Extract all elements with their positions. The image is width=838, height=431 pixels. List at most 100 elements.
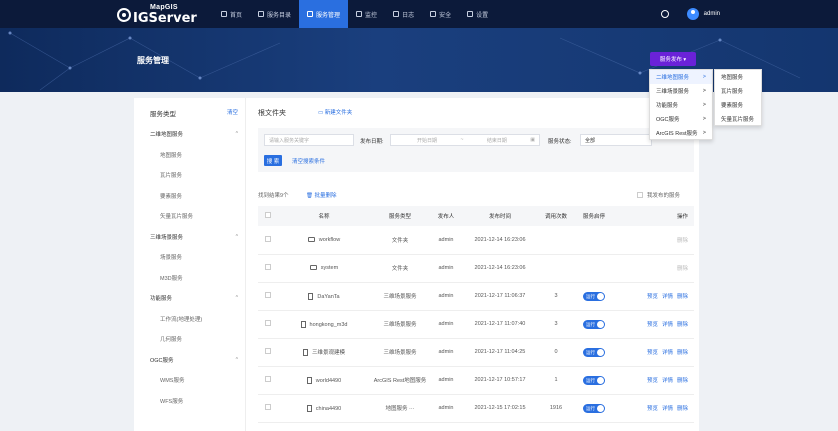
chevron-up-icon[interactable]: ^ bbox=[236, 131, 238, 137]
status-select[interactable]: 全部 bbox=[580, 134, 652, 146]
clear-filters-link[interactable]: 清空搜索条件 bbox=[292, 157, 325, 165]
nav-items: 首页 服务目录 服务管理 监控 日志 安全 设置 bbox=[213, 0, 496, 28]
row-checkbox[interactable] bbox=[265, 264, 271, 270]
op-0-link[interactable]: 预览 bbox=[647, 322, 658, 328]
avatar[interactable] bbox=[686, 8, 699, 20]
row-checkbox[interactable] bbox=[265, 320, 271, 326]
nav-item-4[interactable]: 日志 bbox=[385, 0, 422, 28]
op-1-link[interactable]: 详情 bbox=[662, 378, 673, 384]
sidebar-item[interactable]: 工作流(地理处理) bbox=[134, 309, 246, 329]
op-2-link[interactable]: 删除 bbox=[677, 406, 688, 412]
row-name[interactable]: system bbox=[278, 254, 370, 283]
op-2-link[interactable]: 删除 bbox=[677, 378, 688, 384]
sidebar-clear-link[interactable]: 清空 bbox=[227, 108, 238, 118]
op-0-link[interactable]: 预览 bbox=[647, 350, 658, 356]
new-folder-button[interactable]: ▭ 新建文件夹 bbox=[318, 108, 352, 116]
publish-submenu-item[interactable]: 地图服务 bbox=[715, 70, 761, 84]
sidebar-item[interactable]: 要素服务 bbox=[134, 186, 246, 206]
date-range-input[interactable]: 开始日期 ~ 结束日期 ▣ bbox=[390, 134, 540, 146]
sidebar-item[interactable]: 场景服务 bbox=[134, 247, 246, 267]
row-name: 三维景观建模 bbox=[278, 338, 370, 367]
my-published-checkbox[interactable] bbox=[637, 192, 643, 198]
op-1-link[interactable]: 详情 bbox=[662, 294, 673, 300]
search-button[interactable]: 搜 索 bbox=[264, 155, 282, 166]
nav-item-0[interactable]: 首页 bbox=[213, 0, 250, 28]
sidebar-item[interactable]: 几何服务 bbox=[134, 329, 246, 349]
col-ops: 操作 bbox=[614, 206, 694, 226]
publish-menu-item[interactable]: 功能服务 > bbox=[650, 98, 712, 112]
sidebar-label: 地图服务 bbox=[160, 152, 183, 159]
op-2-link[interactable]: 删除 bbox=[677, 294, 688, 300]
table-row[interactable]: DaYanTa 三维场景服务 admin 2021-12-17 11:06:37 3 运行… bbox=[258, 282, 694, 311]
row-checkbox[interactable] bbox=[265, 404, 271, 410]
publish-menu-item[interactable]: ArcGIS Rest服务 > bbox=[650, 126, 712, 140]
row-checkbox[interactable] bbox=[265, 292, 271, 298]
nav-item-2[interactable]: 服务管理 bbox=[299, 0, 349, 28]
gear-icon[interactable] bbox=[660, 10, 669, 18]
sidebar-group[interactable]: 三维场景服务 ^ bbox=[134, 227, 246, 247]
sidebar-item[interactable]: M3D服务 bbox=[134, 268, 246, 288]
op-2-link[interactable]: 删除 bbox=[677, 350, 688, 356]
op-0-link[interactable]: 预览 bbox=[647, 406, 658, 412]
op-0-link[interactable]: 预览 bbox=[647, 294, 658, 300]
publish-submenu-item[interactable]: 要素服务 bbox=[715, 98, 761, 112]
publish-service-button[interactable]: 服务发布 ▾ bbox=[650, 52, 696, 66]
service-toggle[interactable]: 运行 bbox=[583, 403, 605, 413]
publish-menu-item[interactable]: OGC服务 > bbox=[650, 112, 712, 126]
row-type: 地图服务 ··· bbox=[370, 394, 430, 423]
row-ops: 预览 详情 删除 bbox=[614, 366, 694, 395]
logo[interactable]: MapGIS IGServer bbox=[117, 3, 197, 26]
table-row[interactable]: china4490 地图服务 ··· admin 2021-12-15 17:02:1… bbox=[258, 394, 694, 423]
col-calls: 调用次数 bbox=[538, 206, 574, 226]
sidebar-item[interactable]: 瓦片服务 bbox=[134, 165, 246, 185]
nav-item-3[interactable]: 监控 bbox=[348, 0, 385, 28]
nav-item-6[interactable]: 设置 bbox=[459, 0, 496, 28]
start-date-placeholder: 开始日期 bbox=[417, 137, 438, 144]
op-0-link[interactable]: 预览 bbox=[647, 378, 658, 384]
batch-delete-button[interactable]: 🗑 批量删除 bbox=[306, 191, 337, 199]
op-2-link[interactable]: 删除 bbox=[677, 322, 688, 328]
chevron-up-icon[interactable]: ^ bbox=[236, 234, 238, 240]
service-toggle[interactable]: 运行 bbox=[583, 375, 605, 385]
publish-menu-item[interactable]: 二维地图服务 > bbox=[650, 70, 712, 84]
sidebar-item[interactable]: WFS服务 bbox=[134, 391, 246, 411]
row-checkbox[interactable] bbox=[265, 376, 271, 382]
service-toggle[interactable]: 运行 bbox=[583, 319, 605, 329]
service-toggle[interactable]: 运行 bbox=[583, 347, 605, 357]
table-row[interactable]: workflow 文件夹 admin 2021-12-14 16:23:06 删除 bbox=[258, 226, 694, 255]
sidebar-group[interactable]: 功能服务 ^ bbox=[134, 288, 246, 308]
sidebar-item[interactable]: 矢量瓦片服务 bbox=[134, 206, 246, 226]
select-all-checkbox[interactable] bbox=[265, 212, 271, 218]
op-1-link[interactable]: 详情 bbox=[662, 406, 673, 412]
table-row[interactable]: world4490 ArcGIS Rest地图服务 admin 2021-12-17 … bbox=[258, 366, 694, 395]
publish-submenu-item[interactable]: 矢量瓦片服务 bbox=[715, 112, 761, 126]
chevron-up-icon[interactable]: ^ bbox=[236, 357, 238, 363]
my-published-filter[interactable]: 我发布的服务 bbox=[637, 191, 680, 199]
service-toggle[interactable]: 运行 bbox=[583, 291, 605, 301]
col-type: 服务类型 bbox=[370, 206, 430, 226]
chevron-up-icon[interactable]: ^ bbox=[236, 295, 238, 301]
table-row[interactable]: system 文件夹 admin 2021-12-14 16:23:06 删除 bbox=[258, 254, 694, 283]
row-ops: 预览 详情 删除 bbox=[614, 282, 694, 311]
row-name[interactable]: workflow bbox=[278, 226, 370, 255]
publish-submenu-item[interactable]: 瓦片服务 bbox=[715, 84, 761, 98]
op-1-link[interactable]: 详情 bbox=[662, 350, 673, 356]
row-checkbox[interactable] bbox=[265, 235, 271, 242]
op-1-link[interactable]: 详情 bbox=[662, 322, 673, 328]
sidebar-label: M3D服务 bbox=[160, 275, 183, 282]
user-name[interactable]: admin bbox=[704, 11, 720, 17]
keyword-input[interactable]: 请输入服务关键字 bbox=[264, 134, 354, 146]
nav-item-1[interactable]: 服务目录 bbox=[250, 0, 299, 28]
sidebar-group[interactable]: OGC服务 ^ bbox=[134, 350, 246, 370]
row-checkbox[interactable] bbox=[265, 348, 271, 354]
row-ops: 预览 详情 删除 bbox=[614, 338, 694, 367]
table-row[interactable]: 三维景观建模 三维场景服务 admin 2021-12-17 11:04:25 0 运行预… bbox=[258, 338, 694, 367]
sidebar-item[interactable]: WMS服务 bbox=[134, 370, 246, 390]
col-publisher: 发布人 bbox=[430, 206, 462, 226]
publish-menu-item[interactable]: 三维场景服务 > bbox=[650, 84, 712, 98]
sidebar-item[interactable]: 地图服务 bbox=[134, 145, 246, 165]
table-row[interactable]: hongkong_m3d 三维场景服务 admin 2021-12-17 11:07:… bbox=[258, 310, 694, 339]
sidebar-group[interactable]: 二维地图服务 ^ bbox=[134, 124, 246, 144]
nav-item-5[interactable]: 安全 bbox=[422, 0, 459, 28]
row-calls: 1 bbox=[538, 366, 574, 395]
